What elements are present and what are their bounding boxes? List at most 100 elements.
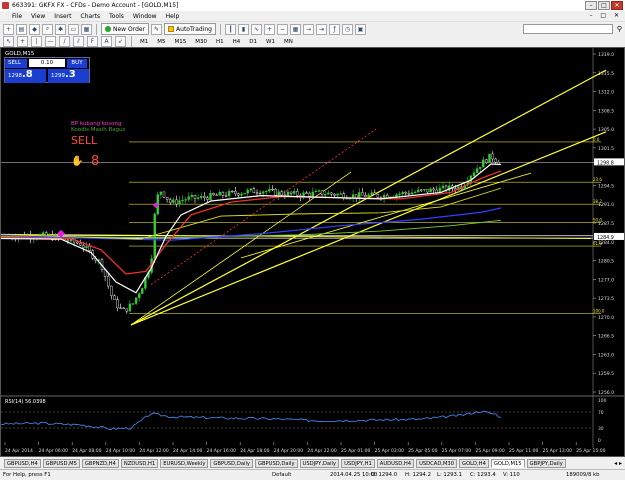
menu-view[interactable]: View [31,13,45,20]
candle-body [88,246,91,251]
fib-level-label: 38.2 [593,199,602,204]
chart-tab[interactable]: AUDUSD,H4 [376,458,415,468]
periods-icon[interactable]: ◷ [342,23,353,35]
strategy-tester-icon[interactable]: ▦ [81,23,92,35]
timeframe-h1[interactable]: H1 [213,38,227,46]
chart-tabs: GBPUSD,H4 GBPUSD,M5 GBPNZD,H4 NZDUSD,H1 EURU… [0,457,625,469]
chart-tab[interactable]: GBPUSD,M5 [42,458,80,468]
menu-window[interactable]: Window [133,13,157,20]
arrow-icon[interactable]: ➶ [115,36,126,47]
lot-size-input[interactable]: 0.10 [29,59,65,67]
moving-average-white [1,163,502,294]
trendline-icon[interactable]: / [59,36,70,47]
price-chart[interactable]: 1319.01315.51312.01308.51305.01301.51298… [1,48,624,456]
text-icon[interactable]: A [101,36,112,47]
vertical-line-icon[interactable]: | [31,36,42,47]
candle-body [159,191,163,195]
fibonacci-icon[interactable]: F [87,36,98,47]
timeframe-m30[interactable]: M30 [192,38,210,46]
chart-tab[interactable]: GOLD,H4 [459,458,489,468]
timeframe-d1[interactable]: D1 [246,38,260,46]
zoom-out-icon[interactable]: − [277,23,288,35]
chart-tab[interactable]: EURUSD,Weekly [160,458,209,468]
candle-body [230,190,234,193]
candle-body [398,193,401,195]
search-input[interactable] [523,24,613,34]
candle-body [361,192,364,196]
app-icon [2,2,9,9]
minimize-button[interactable]: – [585,1,597,10]
tabs-scroll-arrows-icon[interactable]: ◂ ▸ [614,460,622,467]
timeframe-m15[interactable]: M15 [172,38,190,46]
indicators-icon[interactable]: ƒ [329,23,340,35]
templates-icon[interactable]: ▣ [355,23,366,35]
price-axis-label: 1270.0 [598,315,614,321]
status-profile: Default [272,472,292,478]
candlestick-icon[interactable]: ▮ [238,23,249,35]
menu-insert[interactable]: Insert [54,13,71,20]
candle-body [178,200,181,205]
time-axis-label: 25 Apr 01:00 [341,448,370,454]
tile-windows-icon[interactable]: ▦ [290,23,301,35]
candle-body [153,213,156,259]
cursor-icon[interactable]: ↖ [3,36,14,47]
chart-tab[interactable]: USDJPY,H1 [341,458,375,468]
metaeditor-icon[interactable]: ✎ [151,23,163,35]
new-order-button[interactable]: New Order [101,23,150,35]
profiles-icon[interactable]: ▤ [16,23,27,35]
channel-icon[interactable]: ⫽ [73,36,84,47]
chart-tab[interactable]: GBPUSD,Daily [254,458,298,468]
candle-body [75,241,79,244]
menu-file[interactable]: File [12,13,22,20]
data-window-icon[interactable]: ⌕ [42,23,53,35]
timeframe-m1[interactable]: M1 [137,38,151,46]
candle-body [336,193,339,196]
crosshair-icon[interactable]: + [17,36,28,47]
chart-tab[interactable]: GBPUSD,Daily [210,458,253,468]
chart-tab[interactable]: NZDUSD,H1 [120,458,159,468]
close-button[interactable]: ✕ [611,1,623,10]
ask-price-button[interactable]: 1299 .3 [48,69,89,83]
time-axis-label: 24 Apr 20:00 [274,448,303,454]
trendline-secondary [240,172,532,259]
autoscroll-icon[interactable]: → [303,23,314,35]
horizontal-line-icon[interactable]: — [45,36,56,47]
chart-shift-icon[interactable]: ⇥ [316,23,327,35]
chart-tab[interactable]: GBPNZD,H4 [81,458,119,468]
candle-body [274,189,277,196]
bar-chart-icon[interactable]: ┃ [225,23,236,35]
chart-tab[interactable]: GBPUSD,H4 [4,458,41,468]
navigator-icon[interactable]: ✱ [55,23,66,35]
timeframe-h4[interactable]: H4 [230,38,244,46]
line-chart-icon[interactable]: ∿ [251,23,262,35]
toolbar-divider [220,23,221,35]
new-chart-icon[interactable]: + [3,23,14,35]
buy-button[interactable]: BUY [67,58,87,68]
timeframe-mn[interactable]: MN [281,38,296,46]
sell-button[interactable]: SELL [5,58,27,68]
zoom-in-icon[interactable]: + [264,23,275,35]
bid-price-button[interactable]: 1298 .8 [5,69,46,83]
menu-tools[interactable]: Tools [109,13,124,20]
menu-charts[interactable]: Charts [81,13,101,20]
chart-tab[interactable]: USDJPY,Daily [299,458,340,468]
price-axis-label: 1312.0 [598,90,614,96]
chart-window[interactable]: 1319.01315.51312.01308.51305.01301.51298… [0,47,625,457]
chart-tab[interactable]: GOLD,M15 [490,458,525,468]
mdi-window-controls[interactable]: – □ ✕ [589,12,622,19]
candle-body [66,239,70,242]
rsi-axis-label: 70 [598,410,604,416]
timeframe-w1[interactable]: W1 [263,38,278,46]
market-watch-icon[interactable]: ◆ [29,23,40,35]
rsi-line [1,410,502,431]
chart-tab[interactable]: GBPJPY,Daily [526,458,566,468]
maximize-button[interactable]: □ [598,1,610,10]
candle-body [333,193,336,196]
autotrading-button[interactable]: AutoTrading [164,23,216,35]
chart-tab[interactable]: USDCAD,M30 [416,458,458,468]
terminal-icon[interactable]: ▭ [68,23,79,35]
status-close: C: 1293.4 [470,472,496,478]
search-icon[interactable]: ⚲ [617,25,622,33]
menu-help[interactable]: Help [166,13,180,20]
timeframe-m5[interactable]: M5 [154,38,168,46]
